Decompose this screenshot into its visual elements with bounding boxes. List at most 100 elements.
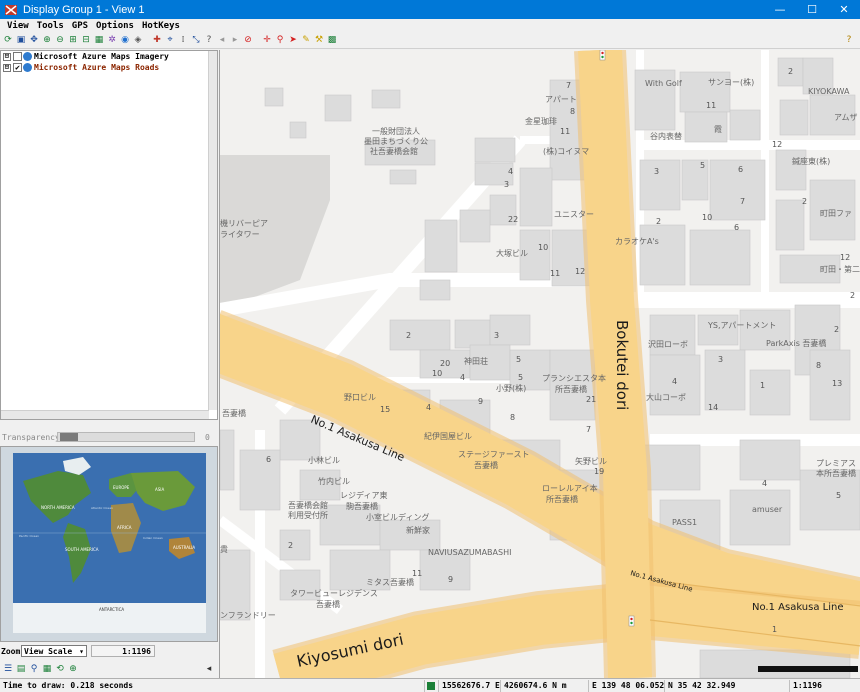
list-icon[interactable]: ☰ <box>2 663 14 675</box>
world-map: NORTH AMERICA EUROPE ASIA AFRICA SOUTH A… <box>13 453 206 633</box>
search-icon[interactable]: ⚲ <box>28 663 40 675</box>
map-label: 吾妻橋 <box>474 460 498 470</box>
transparency-slider[interactable] <box>57 432 195 442</box>
map-label: ParkAxis 吾妻橋 <box>766 338 826 348</box>
map-label: 小野(株) <box>496 383 526 393</box>
map-label: 大塚ビル <box>496 248 528 258</box>
grid-icon[interactable]: ▦ <box>93 35 105 47</box>
map-label: ンフランドリー <box>220 611 276 620</box>
layer-name-imagery: Microsoft Azure Maps Imagery <box>34 52 169 61</box>
map-label: ライタワー <box>220 230 260 239</box>
zoom-box-icon[interactable]: ⊞ <box>67 35 79 47</box>
layer-row-imagery[interactable]: ⊟ Microsoft Azure Maps Imagery <box>1 51 217 62</box>
magnifier-icon[interactable]: ⚲ <box>274 35 286 47</box>
zoom-out-icon[interactable]: ⊖ <box>54 35 66 47</box>
image-icon[interactable]: ▩ <box>326 35 338 47</box>
measure-icon[interactable]: ⤡ <box>190 35 202 47</box>
traffic-light-icon <box>599 50 606 61</box>
zoom-in-icon[interactable]: ⊕ <box>41 35 53 47</box>
map-label: 霞 <box>714 125 722 134</box>
layers-icon[interactable]: ▤ <box>15 663 27 675</box>
label-europe: EUROPE <box>113 485 130 490</box>
horizontal-scrollbar[interactable] <box>1 410 209 419</box>
house-number: 12 <box>575 267 585 276</box>
map-label: アムザ <box>834 113 857 122</box>
chevron-down-icon: ▾ <box>79 646 84 656</box>
house-number: 11 <box>560 127 570 136</box>
coordinate-icon <box>425 679 439 692</box>
maximize-button[interactable]: ☐ <box>796 0 828 19</box>
pencil-icon[interactable]: ✎ <box>300 35 312 47</box>
house-number: 3 <box>504 180 509 189</box>
scale-bar <box>758 666 858 672</box>
globe-icon[interactable]: ◉ <box>119 35 131 47</box>
house-number: 6 <box>734 223 739 232</box>
menu-gps[interactable]: GPS <box>68 21 92 31</box>
house-number: 22 <box>508 215 518 224</box>
map-label: 一般財団法人 <box>372 126 420 136</box>
house-number: 2 <box>802 197 807 206</box>
map-label: 駒吾妻橋 <box>346 501 378 511</box>
full-extent-icon[interactable]: ▣ <box>15 35 27 47</box>
map-label: 小室ビルディング <box>366 512 429 522</box>
forward-icon[interactable]: ▸ <box>229 35 241 47</box>
select-icon[interactable]: ⁞ <box>177 35 189 47</box>
draw-time: Time to draw: 0.218 seconds <box>0 679 425 692</box>
collapse-icon[interactable]: ⊟ <box>3 52 11 61</box>
scale-input[interactable]: 1:1196 <box>91 645 155 657</box>
house-number: 1 <box>760 381 765 390</box>
map-label: 紀伊国屋ビル <box>424 431 472 441</box>
house-number: 11 <box>412 569 422 578</box>
layer-list: ⊟ Microsoft Azure Maps Imagery ⊟ ✔ Micro… <box>0 50 218 420</box>
overview-map[interactable]: NORTH AMERICA EUROPE ASIA AFRICA SOUTH A… <box>0 446 218 642</box>
zoom-layer-icon[interactable]: ⊕ <box>67 663 79 675</box>
back-icon[interactable]: ◂ <box>216 35 228 47</box>
layer-row-roads[interactable]: ⊟ ✔ Microsoft Azure Maps Roads <box>1 62 217 73</box>
transparency-label: Transparency <box>2 432 60 442</box>
house-number: 13 <box>832 379 842 388</box>
globe-icon <box>23 52 32 61</box>
menu-options[interactable]: Options <box>92 21 138 31</box>
forbidden-icon[interactable]: ⊘ <box>242 35 254 47</box>
menu-tools[interactable]: Tools <box>33 21 68 31</box>
zoom-mode-select[interactable]: View Scale ▾ <box>21 645 87 657</box>
minimize-button[interactable]: — <box>764 0 796 19</box>
map-label: 所吾妻橋 <box>546 494 578 504</box>
pointer-icon[interactable]: ➤ <box>287 35 299 47</box>
tool-icon[interactable]: ⚒ <box>313 35 325 47</box>
map-label: 町田ファ <box>820 209 852 218</box>
tools-icon[interactable]: ✲ <box>106 35 118 47</box>
house-number: 9 <box>448 575 453 584</box>
help-cursor-icon[interactable]: ? <box>203 35 215 47</box>
pan-icon[interactable]: ✥ <box>28 35 40 47</box>
map-label: 貴 <box>220 544 228 554</box>
add-layer-icon[interactable]: ✚ <box>151 35 163 47</box>
map-label: ステージファースト <box>458 450 529 459</box>
collapse-panel-icon[interactable]: ◂ <box>203 663 215 675</box>
zoom-mode-value: View Scale <box>24 646 73 656</box>
house-number: 3 <box>654 167 659 176</box>
map-view[interactable]: Bokutei dori Kiyosumi dori No.1 Asakusa … <box>219 50 860 678</box>
cursor-icon[interactable]: ⌖ <box>164 35 176 47</box>
menu-view[interactable]: View <box>3 21 33 31</box>
globe-icon <box>23 63 32 72</box>
slider-thumb[interactable] <box>60 433 78 441</box>
zoom-previous-icon[interactable]: ⊟ <box>80 35 92 47</box>
layer-checkbox-imagery[interactable] <box>13 52 22 61</box>
house-number: 7 <box>566 81 571 90</box>
easting-value: 15562676.7 E <box>439 679 501 692</box>
collapse-icon[interactable]: ⊟ <box>3 63 11 72</box>
map-label: タワービューレジデンス <box>290 588 378 598</box>
help-icon[interactable]: ? <box>843 35 855 47</box>
zoom-control: Zoom View Scale ▾ 1:1196 <box>0 644 218 658</box>
crosshair-icon[interactable]: ✛ <box>261 35 273 47</box>
redraw-icon[interactable]: ⟳ <box>2 35 14 47</box>
layer-checkbox-roads[interactable]: ✔ <box>13 63 22 72</box>
refresh-icon[interactable]: ⟲ <box>54 663 66 675</box>
table-icon[interactable]: ▦ <box>41 663 53 675</box>
vertical-scrollbar[interactable] <box>208 51 217 410</box>
layer-icon[interactable]: ◈ <box>132 35 144 47</box>
menu-hotkeys[interactable]: HotKeys <box>138 21 184 31</box>
close-button[interactable]: ✕ <box>828 0 860 19</box>
house-number: 12 <box>772 140 782 149</box>
